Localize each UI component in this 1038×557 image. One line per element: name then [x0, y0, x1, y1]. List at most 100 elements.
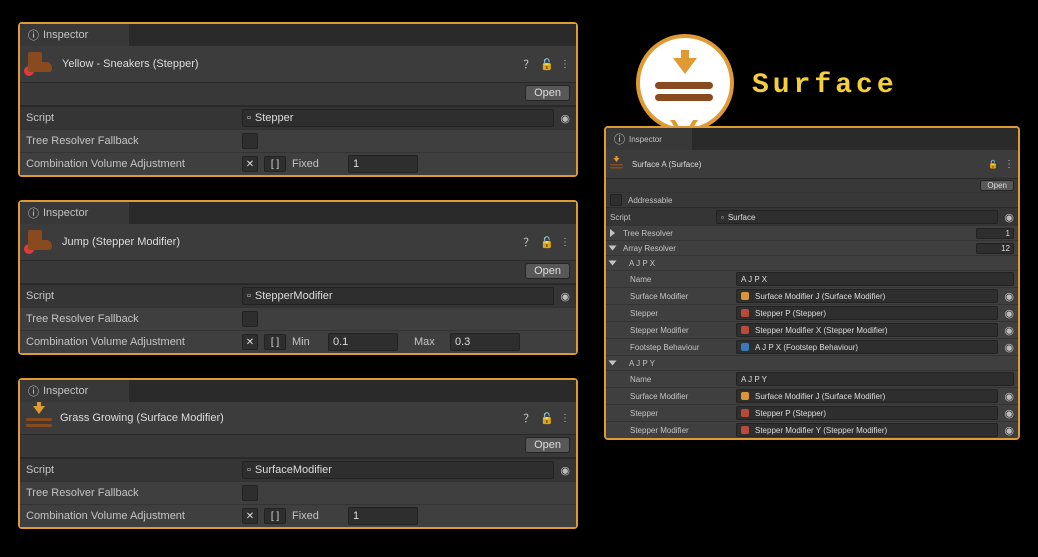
help-icon[interactable]: ？: [523, 56, 534, 72]
surface-modifier-label: Surface Modifier: [610, 392, 730, 401]
script-field[interactable]: ▫SurfaceModifier: [242, 461, 554, 479]
combo-label: Combination Volume Adjustment: [26, 158, 236, 170]
combo-x-button[interactable]: ✕: [242, 334, 258, 350]
asset-title: Grass Growing (Surface Modifier): [60, 412, 517, 424]
footstep-field[interactable]: A J P X (Footstep Behaviour): [736, 340, 998, 354]
script-type-icon: ▫: [247, 112, 251, 124]
fixed-field[interactable]: 1: [348, 507, 418, 525]
fixed-label: Fixed: [292, 510, 342, 522]
foldout-icon[interactable]: [609, 261, 617, 266]
foldout-icon[interactable]: [610, 229, 615, 237]
target-icon[interactable]: ◉: [1004, 424, 1014, 437]
combo-brackets-button[interactable]: [ ]: [264, 508, 286, 524]
tree-resolver-checkbox[interactable]: [242, 311, 258, 327]
menu-icon[interactable]: ⋮: [560, 237, 570, 248]
script-label: Script: [610, 213, 710, 222]
group-key: A J P X: [629, 259, 655, 268]
asset-icon: [741, 309, 749, 317]
surface-modifier-field[interactable]: Surface Modifier J (Surface Modifier): [736, 389, 998, 403]
open-button[interactable]: Open: [525, 263, 570, 279]
asset-icon: [741, 426, 749, 434]
target-icon[interactable]: ◉: [1004, 341, 1014, 354]
max-field[interactable]: 0.3: [450, 333, 520, 351]
target-icon[interactable]: ◉: [1004, 211, 1014, 224]
help-icon[interactable]: ？: [523, 410, 534, 426]
name-label: Name: [610, 275, 730, 284]
target-icon[interactable]: ◉: [1004, 324, 1014, 337]
combo-x-button[interactable]: ✕: [242, 508, 258, 524]
info-icon: ⓘ: [614, 131, 625, 147]
asset-title: Yellow - Sneakers (Stepper): [62, 58, 517, 70]
stepper-field[interactable]: Stepper P (Stepper): [736, 406, 998, 420]
asset-title: Jump (Stepper Modifier): [62, 236, 517, 248]
group-header[interactable]: A J P Y: [606, 355, 1018, 370]
group-header[interactable]: A J P X: [606, 255, 1018, 270]
tree-resolver-checkbox[interactable]: [242, 485, 258, 501]
lock-icon[interactable]: 🔓: [540, 236, 554, 249]
asset-title: Surface A (Surface): [632, 160, 982, 169]
inspector-tab[interactable]: ⓘInspector: [20, 24, 130, 46]
stepper-modifier-field[interactable]: Stepper Modifier Y (Stepper Modifier): [736, 423, 998, 437]
menu-icon[interactable]: ⋮: [560, 413, 570, 424]
target-icon[interactable]: ◉: [1004, 390, 1014, 403]
menu-icon[interactable]: ⋮: [560, 59, 570, 70]
info-icon: ⓘ: [28, 205, 39, 221]
open-button[interactable]: Open: [980, 180, 1014, 191]
name-field[interactable]: A J P X: [736, 272, 1014, 286]
surface-icon: [655, 58, 715, 108]
foldout-icon[interactable]: [609, 361, 617, 366]
surface-modifier-icon: [26, 406, 54, 430]
target-icon[interactable]: ◉: [560, 112, 570, 125]
script-field[interactable]: ▫StepperModifier: [242, 287, 554, 305]
stepper-modifier-field[interactable]: Stepper Modifier X (Stepper Modifier): [736, 323, 998, 337]
name-label: Name: [610, 375, 730, 384]
array-resolver-count[interactable]: 12: [976, 243, 1014, 254]
info-icon: ⓘ: [28, 27, 39, 43]
inspector-tab-label: Inspector: [629, 135, 662, 144]
asset-icon: [741, 292, 749, 300]
target-icon[interactable]: ◉: [1004, 407, 1014, 420]
open-button[interactable]: Open: [525, 85, 570, 101]
target-icon[interactable]: ◉: [560, 290, 570, 303]
menu-icon[interactable]: ⋮: [1004, 159, 1014, 170]
target-icon[interactable]: ◉: [1004, 290, 1014, 303]
inspector-tab[interactable]: ⓘ Inspector: [606, 128, 693, 150]
combo-brackets-button[interactable]: [ ]: [264, 156, 286, 172]
addressable-checkbox[interactable]: [610, 194, 622, 206]
lock-icon[interactable]: 🔓: [540, 412, 554, 425]
surface-modifier-field[interactable]: Surface Modifier J (Surface Modifier): [736, 289, 998, 303]
tree-resolver-checkbox[interactable]: [242, 133, 258, 149]
foldout-icon[interactable]: [609, 246, 617, 251]
info-icon: ⓘ: [28, 383, 39, 399]
inspector-tab-label: Inspector: [43, 207, 88, 219]
inspector-tab[interactable]: ⓘ Inspector: [20, 380, 130, 402]
script-field[interactable]: ▫Surface: [716, 210, 998, 224]
combo-brackets-button[interactable]: [ ]: [264, 334, 286, 350]
inspector-panel-stepper-modifier: ⓘ Inspector Jump (Stepper Modifier) ？ 🔓 ⋮ O…: [18, 200, 578, 355]
tree-resolver-count[interactable]: 1: [976, 228, 1014, 239]
stepper-field[interactable]: Stepper P (Stepper): [736, 306, 998, 320]
inspector-tab-label: Inspector: [43, 385, 88, 397]
target-icon[interactable]: ◉: [1004, 307, 1014, 320]
inspector-tab[interactable]: ⓘ Inspector: [20, 202, 130, 224]
help-icon[interactable]: ？: [523, 234, 534, 250]
fixed-field[interactable]: 1: [348, 155, 418, 173]
script-label: Script: [26, 112, 236, 124]
script-value: Surface: [728, 213, 756, 222]
combo-x-button[interactable]: ✕: [242, 156, 258, 172]
inspector-panel-surface-modifier: ⓘ Inspector Grass Growing (Surface Modifi…: [18, 378, 578, 529]
script-value: Stepper: [255, 112, 294, 124]
tree-resolver-label: Tree Resolver Fallback: [26, 487, 236, 499]
lock-icon[interactable]: 🔓: [988, 160, 998, 169]
open-button[interactable]: Open: [525, 437, 570, 453]
max-label: Max: [414, 336, 444, 348]
script-field[interactable]: ▫ Stepper: [242, 109, 554, 127]
script-type-icon: ▫: [247, 290, 251, 302]
stepper-label: Stepper: [610, 309, 730, 318]
asset-icon: [741, 409, 749, 417]
name-field[interactable]: A J P Y: [736, 372, 1014, 386]
lock-icon[interactable]: 🔓: [540, 58, 554, 71]
group-key: A J P Y: [629, 359, 655, 368]
min-field[interactable]: 0.1: [328, 333, 398, 351]
target-icon[interactable]: ◉: [560, 464, 570, 477]
